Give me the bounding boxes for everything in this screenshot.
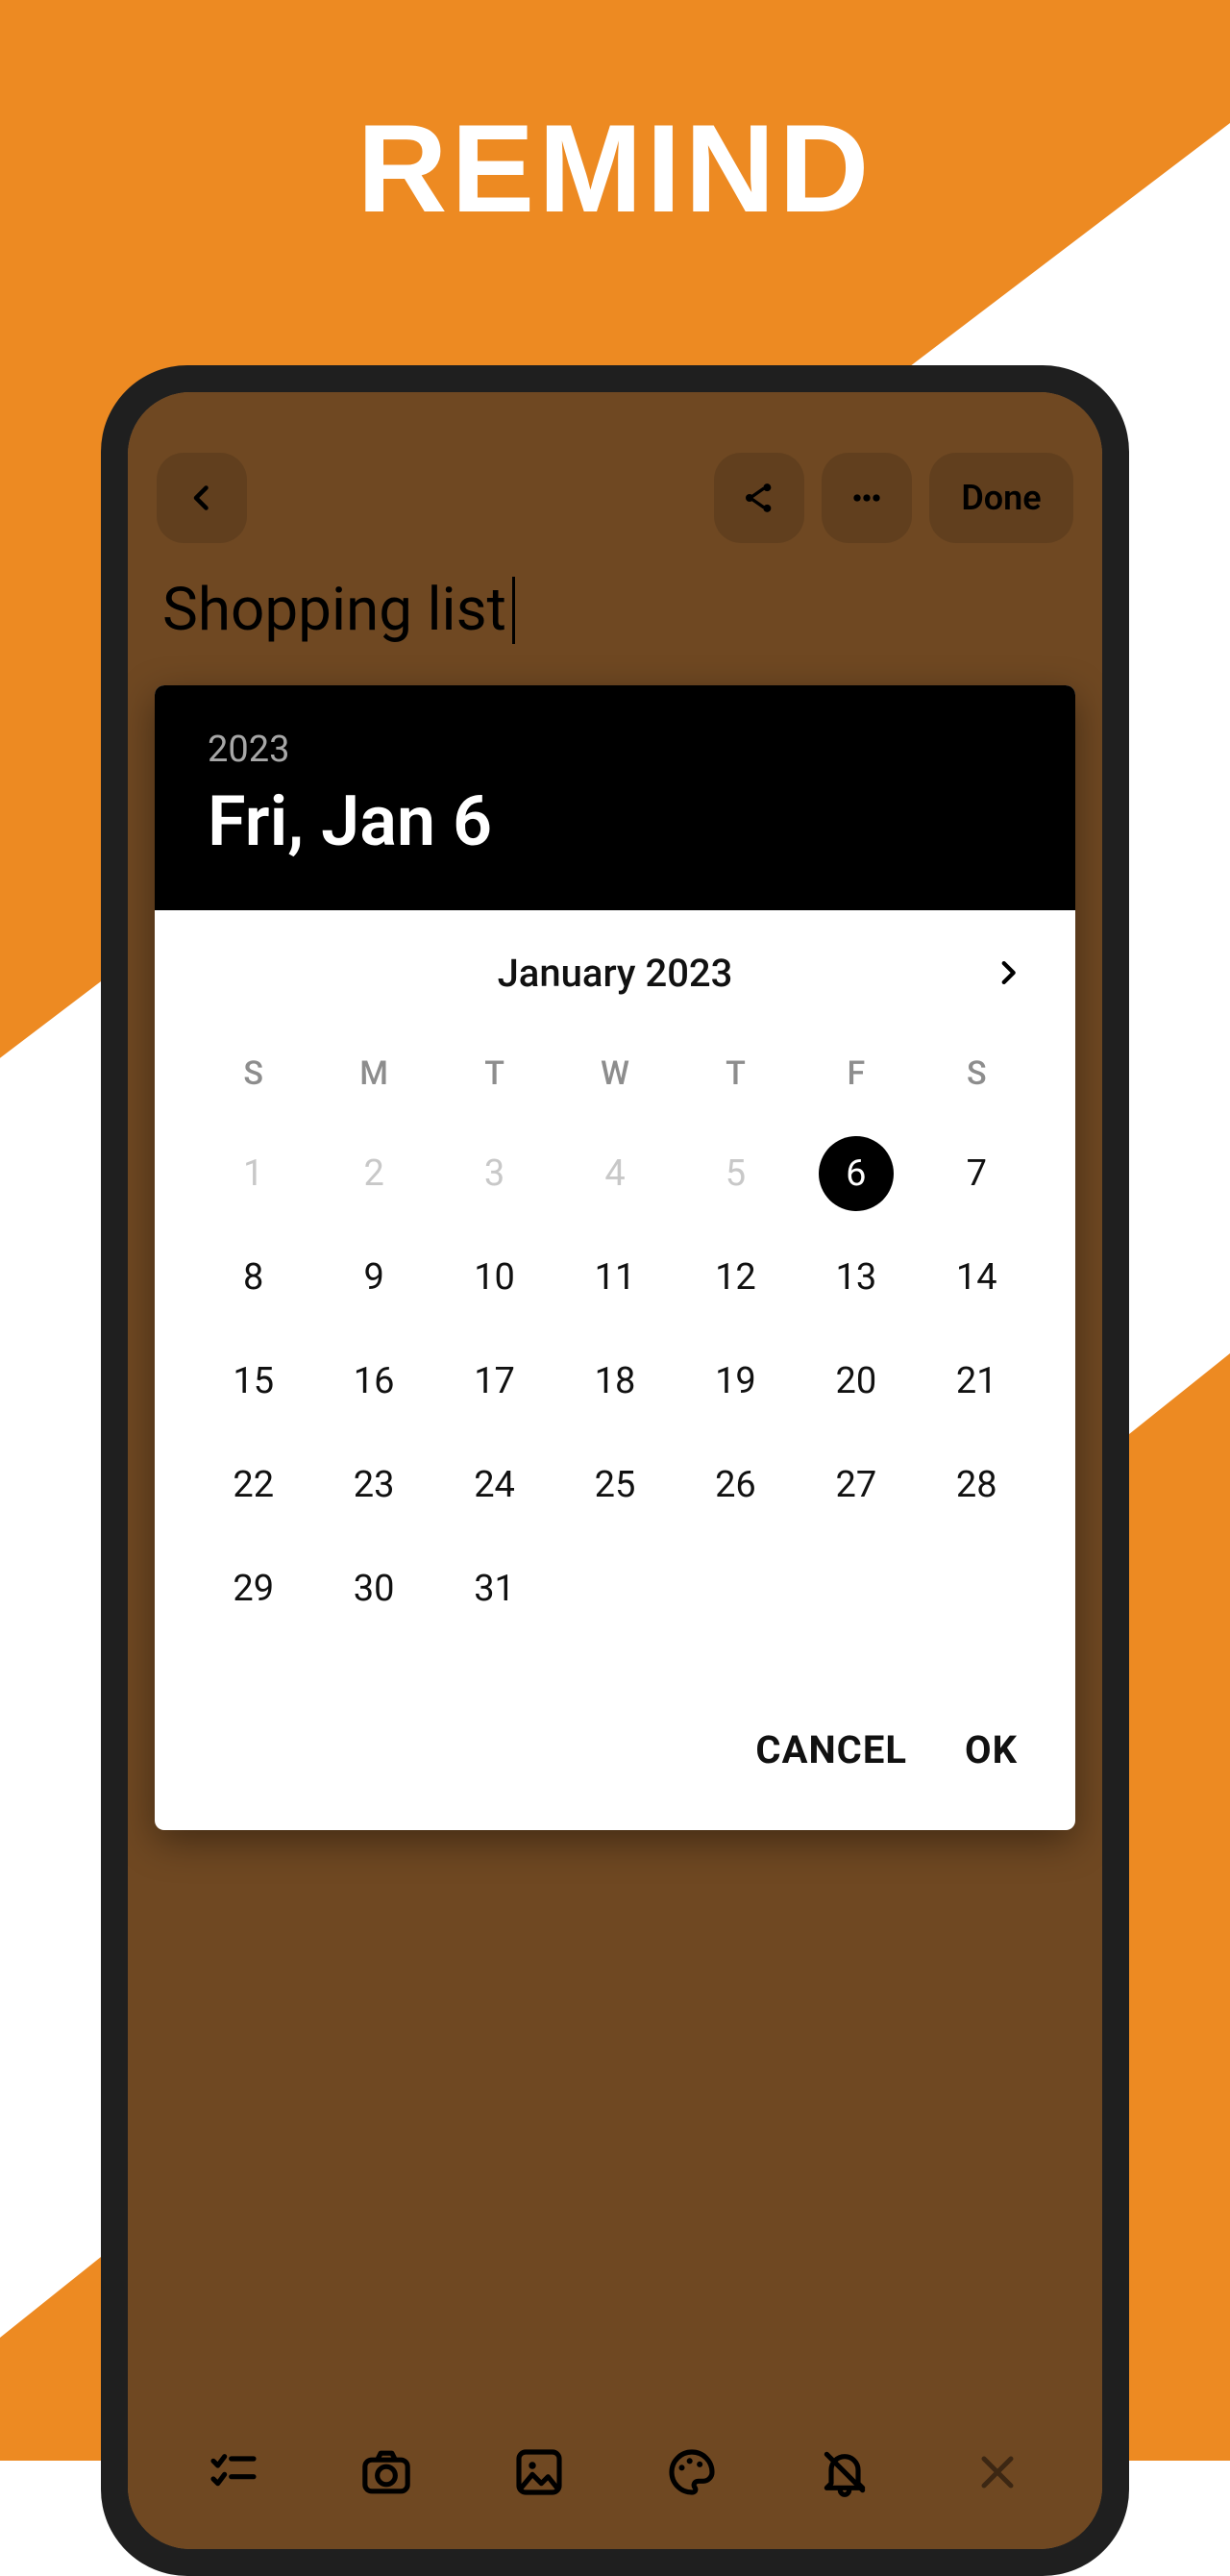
- calendar-day[interactable]: 10: [434, 1226, 554, 1329]
- calendar-day[interactable]: 12: [676, 1226, 796, 1329]
- ok-button[interactable]: OK: [965, 1727, 1018, 1772]
- calendar-dow: S: [193, 1035, 313, 1122]
- calendar-month-row: January 2023: [193, 949, 1037, 997]
- calendar-days-grid: 1234567891011121314151617181920212223242…: [193, 1122, 1037, 1641]
- calendar-day[interactable]: 26: [676, 1433, 796, 1537]
- calendar-dow-row: SMTWTFS: [193, 1035, 1037, 1122]
- calendar-day[interactable]: 27: [796, 1433, 916, 1537]
- calendar-day[interactable]: 6: [796, 1122, 916, 1226]
- calendar-day[interactable]: 8: [193, 1226, 313, 1329]
- calendar-day[interactable]: 16: [313, 1329, 433, 1433]
- calendar-dow: T: [434, 1035, 554, 1122]
- calendar-dow: M: [313, 1035, 433, 1122]
- calendar-day[interactable]: 4: [554, 1122, 675, 1226]
- calendar-day[interactable]: 18: [554, 1329, 675, 1433]
- calendar-day[interactable]: 24: [434, 1433, 554, 1537]
- date-picker-selected-date: Fri, Jan 6: [208, 780, 1022, 862]
- calendar-day[interactable]: 14: [917, 1226, 1037, 1329]
- calendar-day[interactable]: 22: [193, 1433, 313, 1537]
- calendar-month-label: January 2023: [498, 951, 733, 996]
- calendar-day[interactable]: 3: [434, 1122, 554, 1226]
- calendar-day[interactable]: 7: [917, 1122, 1037, 1226]
- calendar-day[interactable]: 30: [313, 1537, 433, 1641]
- phone-screen: Done Shopping list: [128, 392, 1102, 2549]
- calendar-day[interactable]: 20: [796, 1329, 916, 1433]
- calendar-dow: W: [554, 1035, 675, 1122]
- banner-title: REMIND: [0, 96, 1230, 240]
- calendar-day: [554, 1537, 675, 1641]
- calendar-day: [676, 1537, 796, 1641]
- date-picker-header: 2023 Fri, Jan 6: [155, 685, 1075, 910]
- calendar-day[interactable]: 2: [313, 1122, 433, 1226]
- calendar-day[interactable]: 25: [554, 1433, 675, 1537]
- cancel-button[interactable]: CANCEL: [755, 1727, 907, 1772]
- date-picker-dialog: 2023 Fri, Jan 6 January 2023 SMTWTFS 123…: [155, 685, 1075, 1830]
- calendar-day[interactable]: 1: [193, 1122, 313, 1226]
- calendar-day[interactable]: 9: [313, 1226, 433, 1329]
- calendar-day[interactable]: 15: [193, 1329, 313, 1433]
- calendar-day[interactable]: 29: [193, 1537, 313, 1641]
- calendar-day[interactable]: 19: [676, 1329, 796, 1433]
- chevron-right-icon: [992, 956, 1024, 989]
- calendar-day[interactable]: 31: [434, 1537, 554, 1641]
- date-picker-year[interactable]: 2023: [208, 729, 1022, 771]
- date-picker-actions: CANCEL OK: [155, 1670, 1075, 1830]
- calendar-day[interactable]: 5: [676, 1122, 796, 1226]
- calendar-day: [796, 1537, 916, 1641]
- calendar-day[interactable]: 28: [917, 1433, 1037, 1537]
- calendar-day[interactable]: 23: [313, 1433, 433, 1537]
- calendar-day: [917, 1537, 1037, 1641]
- calendar-body: January 2023 SMTWTFS 1234567891011121314…: [155, 910, 1075, 1670]
- calendar-dow: T: [676, 1035, 796, 1122]
- calendar-day[interactable]: 11: [554, 1226, 675, 1329]
- calendar-dow: F: [796, 1035, 916, 1122]
- phone-frame: Done Shopping list: [101, 365, 1129, 2576]
- next-month-button[interactable]: [989, 954, 1027, 992]
- calendar-day[interactable]: 21: [917, 1329, 1037, 1433]
- calendar-day[interactable]: 17: [434, 1329, 554, 1433]
- calendar-day[interactable]: 13: [796, 1226, 916, 1329]
- calendar-dow: S: [917, 1035, 1037, 1122]
